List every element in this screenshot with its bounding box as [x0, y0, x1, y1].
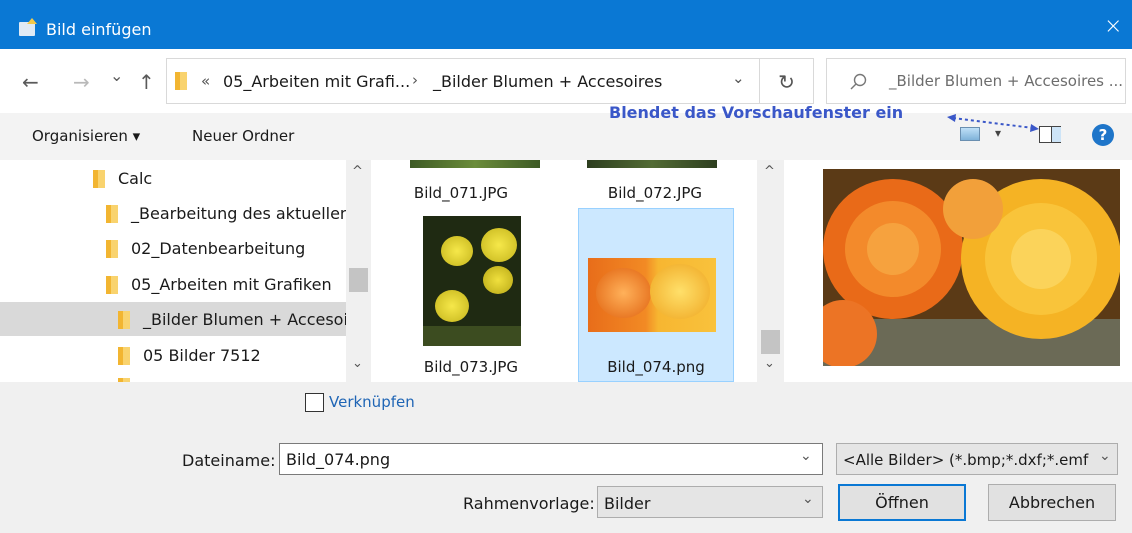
tree-item-bearbeitung[interactable]: _Bearbeitung des aktuellen [0, 196, 350, 230]
tree-item-grafiken[interactable]: 05_Arbeiten mit Grafiken [0, 267, 346, 301]
scroll-down-icon[interactable]: ⌄ [764, 356, 775, 371]
folder-icon [106, 205, 118, 223]
file-list[interactable]: Bild_071.JPG Bild_072.JPG Bild_073.JPG B… [372, 160, 757, 382]
title-bar: Bild einfügen × [0, 0, 1132, 49]
close-icon[interactable]: × [1104, 14, 1122, 39]
search-icon [850, 73, 867, 90]
new-folder-button[interactable]: Neuer Ordner [192, 127, 294, 145]
address-bar[interactable]: « 05_Arbeiten mit Grafi... › _Bilder Blu… [166, 58, 760, 104]
filetype-select[interactable]: <Alle Bilder> (*.bmp;*.dxf;*.emf ⌄ [836, 443, 1118, 475]
file-name[interactable]: Bild_072.JPG [580, 184, 730, 202]
scroll-down-icon[interactable]: ⌄ [352, 356, 363, 371]
tree-item-bilder-blumen[interactable]: _Bilder Blumen + Accesoir [0, 302, 355, 336]
thumbnail-image [587, 160, 717, 168]
search-placeholder: _Bilder Blumen + Accesoires ... [889, 72, 1124, 90]
address-dropdown-icon[interactable]: ⌄ [732, 69, 745, 87]
thumbnail-chrysanthemums[interactable] [423, 216, 521, 346]
tree-item-datenbearbeitung[interactable]: 02_Datenbearbeitung [0, 231, 346, 265]
open-button[interactable]: Öffnen [838, 484, 966, 521]
scroll-up-icon[interactable]: ^ [352, 164, 363, 179]
breadcrumb-item-bilder[interactable]: _Bilder Blumen + Accesoires [433, 72, 662, 91]
window-title: Bild einfügen [46, 20, 152, 39]
cancel-button[interactable]: Abbrechen [988, 484, 1116, 521]
file-scrollbar[interactable]: ^ ⌄ [757, 160, 784, 382]
view-dropdown-icon[interactable]: ▾ [995, 126, 1001, 140]
scrollbar-thumb[interactable] [349, 268, 368, 292]
breadcrumb-item-grafiken[interactable]: 05_Arbeiten mit Grafi... [223, 72, 410, 91]
filetype-value: <Alle Bilder> (*.bmp;*.dxf;*.emf [843, 451, 1089, 469]
chevron-down-icon[interactable]: ⌄ [800, 448, 812, 464]
chevron-down-icon[interactable]: ⌄ [1099, 448, 1111, 464]
file-name[interactable]: Bild_074.png [581, 358, 731, 376]
folder-icon [106, 276, 118, 294]
scroll-up-icon[interactable]: ^ [764, 164, 775, 179]
help-icon[interactable]: ? [1092, 124, 1114, 146]
back-icon[interactable]: ← [22, 70, 39, 94]
filename-value: Bild_074.png [286, 450, 391, 469]
up-icon[interactable]: ↑ [138, 70, 155, 94]
preview-pane-icon[interactable] [1039, 126, 1061, 143]
file-name[interactable]: Bild_073.JPG [396, 358, 546, 376]
chevron-down-icon[interactable]: ⌄ [802, 491, 814, 507]
forward-icon[interactable]: → [73, 70, 90, 94]
folder-icon [118, 311, 130, 329]
scrollbar-thumb[interactable] [761, 330, 780, 354]
organize-button[interactable]: Organisieren ▾ [32, 127, 140, 145]
change-view-icon[interactable] [960, 127, 980, 141]
link-checkbox[interactable] [305, 393, 324, 412]
folder-icon [106, 240, 118, 258]
link-checkbox-label[interactable]: Verknüpfen [329, 393, 415, 411]
recent-locations-icon[interactable]: ⌄ [110, 66, 123, 85]
folder-icon [118, 347, 130, 365]
search-input[interactable]: _Bilder Blumen + Accesoires ... [826, 58, 1126, 104]
app-icon [19, 18, 37, 36]
preview-image [809, 169, 1121, 368]
refresh-icon[interactable]: ↻ [760, 58, 814, 104]
tree-item-bilder-7512[interactable]: 05 Bilder 7512 [0, 338, 346, 372]
navigation-pane[interactable]: Calc _Bearbeitung des aktuellen 02_Daten… [0, 160, 358, 382]
frame-style-value: Bilder [604, 494, 651, 513]
frame-style-label: Rahmenvorlage: [463, 494, 595, 513]
tree-scrollbar[interactable]: ^ ⌄ [346, 160, 371, 382]
filename-label: Dateiname: [182, 451, 276, 470]
folder-icon [175, 72, 187, 90]
folder-icon [93, 170, 105, 188]
breadcrumb-overflow[interactable]: « [201, 72, 210, 90]
thumbnail-image [410, 160, 540, 168]
breadcrumb-separator[interactable]: › [412, 71, 418, 89]
tree-item-calc[interactable]: Calc [0, 161, 346, 195]
filename-input[interactable]: Bild_074.png ⌄ [279, 443, 823, 475]
frame-style-select[interactable]: Bilder ⌄ [597, 486, 823, 518]
file-name[interactable]: Bild_071.JPG [386, 184, 536, 202]
preview-annotation: Blendet das Vorschaufenster ein [609, 103, 904, 122]
thumbnail-roses[interactable] [588, 258, 716, 332]
